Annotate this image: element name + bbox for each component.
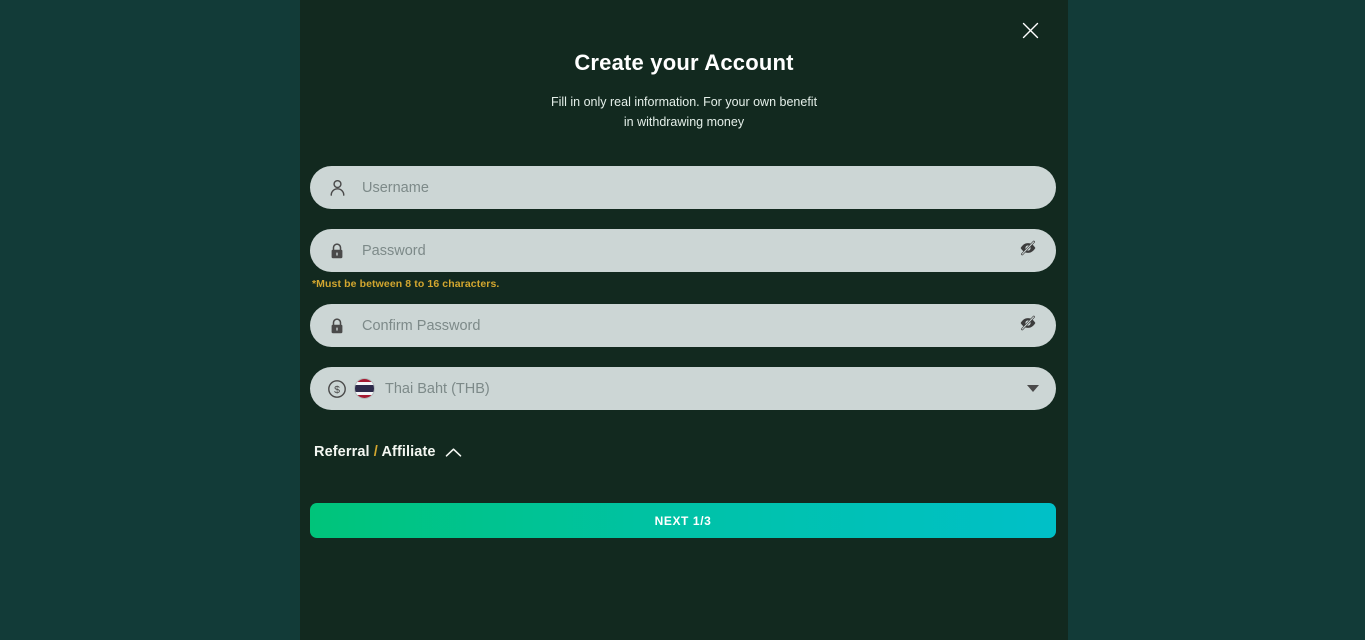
subtitle-line-1: Fill in only real information. For your …: [550, 95, 818, 109]
person-icon: [316, 178, 358, 197]
page-title: Create your Account: [574, 50, 794, 75]
svg-text:$: $: [334, 384, 340, 396]
eye-off-icon: [1019, 314, 1037, 337]
password-visibility-toggle[interactable]: [1008, 231, 1048, 271]
confirm-password-visibility-toggle[interactable]: [1008, 306, 1048, 346]
chevron-up-icon: [445, 447, 462, 458]
modal-header: Create your Account Fill in only real in…: [300, 0, 1068, 132]
next-button[interactable]: NEXT 1/3: [310, 503, 1056, 538]
referral-label-part1: Referral: [314, 444, 370, 460]
referral-label-part2: Affiliate: [381, 444, 436, 460]
referral-separator: /: [373, 444, 378, 460]
password-hint: *Must be between 8 to 16 characters.: [312, 278, 500, 290]
dollar-circle-icon: $: [316, 379, 358, 399]
signup-form: *Must be between 8 to 16 characters.: [310, 166, 1058, 410]
confirm-password-field[interactable]: [310, 304, 1056, 347]
confirm-password-input[interactable]: [358, 304, 1008, 347]
password-field[interactable]: [310, 229, 1056, 272]
currency-select[interactable]: $ Thai Baht (THB): [310, 367, 1056, 410]
signup-modal: Create your Account Fill in only real in…: [300, 0, 1068, 640]
lock-icon: [316, 242, 358, 260]
username-field[interactable]: [310, 166, 1056, 209]
referral-label: Referral / Affiliate: [314, 444, 436, 460]
referral-affiliate-toggle[interactable]: Referral / Affiliate: [314, 444, 462, 460]
eye-off-icon: [1019, 239, 1037, 262]
chevron-down-icon[interactable]: [1016, 369, 1050, 409]
modal-subtitle: Fill in only real information. For your …: [300, 92, 1068, 132]
password-input[interactable]: [358, 229, 1008, 272]
lock-icon: [316, 317, 358, 335]
page-root: Create your Account Fill in only real in…: [0, 0, 1365, 640]
currency-selected-value: Thai Baht (THB): [385, 380, 490, 397]
subtitle-line-2: in withdrawing money: [623, 115, 745, 129]
thailand-flag-icon: [354, 378, 375, 399]
username-input[interactable]: [358, 166, 1056, 209]
